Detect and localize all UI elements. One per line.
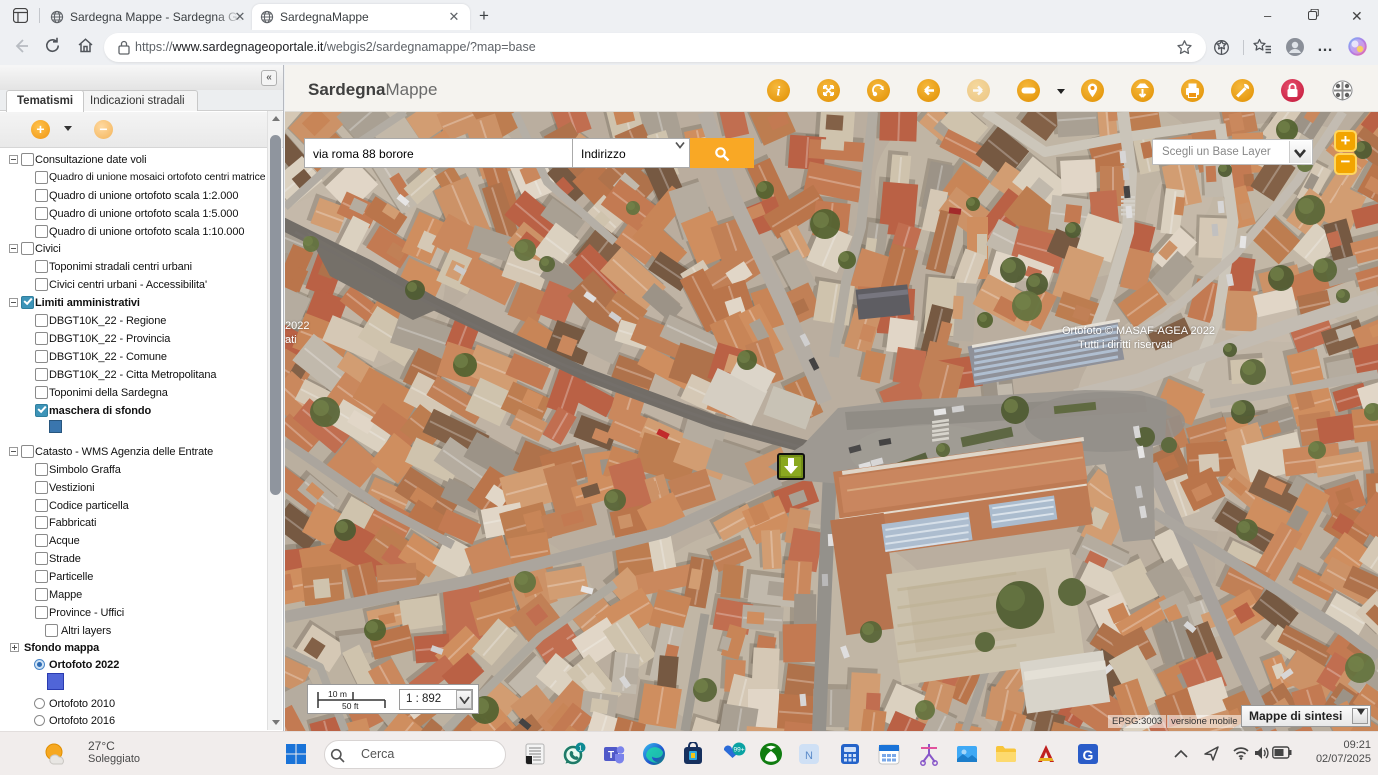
svg-text:10 m: 10 m: [328, 689, 347, 699]
svg-text:i: i: [777, 85, 781, 100]
svg-text:N: N: [805, 750, 813, 762]
svg-text:50 ft: 50 ft: [342, 701, 359, 711]
svg-text:G: G: [1083, 747, 1094, 763]
svg-text:T: T: [608, 750, 614, 761]
svg-text:1: 1: [578, 743, 582, 752]
svg-text:99+: 99+: [733, 747, 744, 754]
